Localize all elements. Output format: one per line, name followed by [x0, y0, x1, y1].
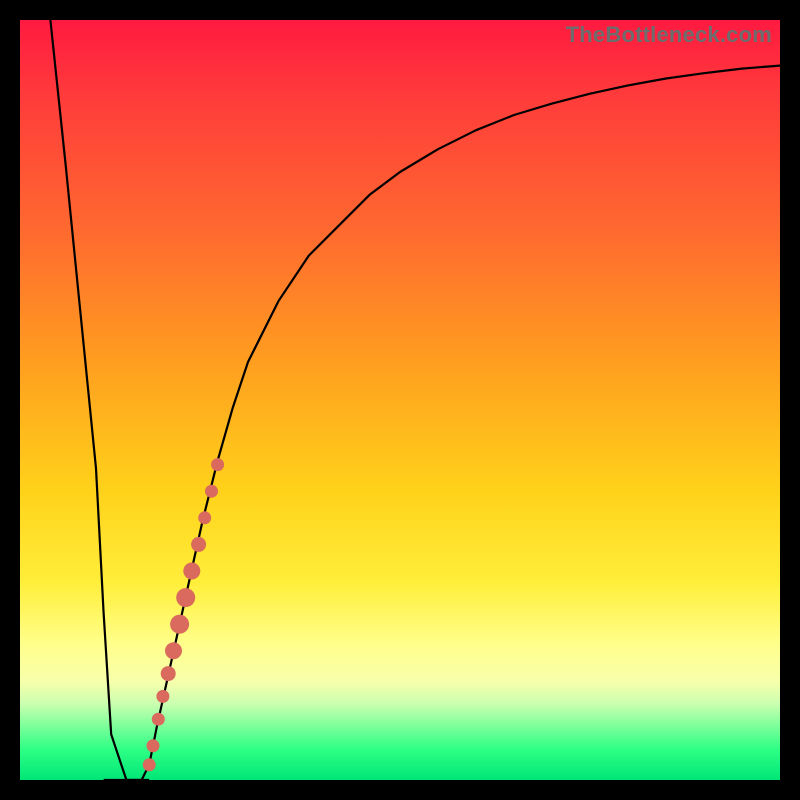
- data-marker: [143, 758, 156, 771]
- data-marker: [198, 511, 211, 524]
- data-marker: [156, 690, 169, 703]
- data-marker: [161, 666, 176, 681]
- data-marker: [183, 563, 200, 580]
- data-marker: [191, 537, 206, 552]
- data-markers: [143, 458, 224, 771]
- data-marker: [165, 642, 182, 659]
- data-marker: [170, 615, 189, 634]
- data-marker: [176, 588, 195, 607]
- plot-area: TheBottleneck.com: [20, 20, 780, 780]
- data-marker: [205, 485, 218, 498]
- chart-frame: TheBottleneck.com: [0, 0, 800, 800]
- data-marker: [211, 458, 224, 471]
- curve-svg: [20, 20, 780, 780]
- bottleneck-curve: [50, 20, 780, 780]
- data-marker: [147, 739, 160, 752]
- data-marker: [152, 713, 165, 726]
